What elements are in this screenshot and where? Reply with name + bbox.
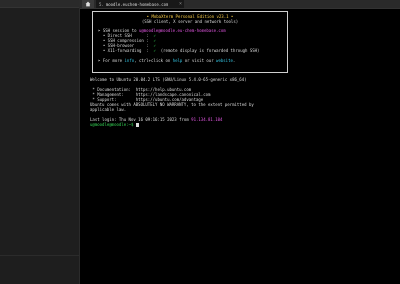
website-link[interactable]: website [216,58,233,63]
feature-sep: : [146,48,149,53]
check-icon: ✓ [153,48,156,53]
tab-title: moodle.euchem-homebase.com [105,1,169,7]
help-link[interactable]: help [173,58,183,63]
home-icon [85,1,91,7]
feature-note: (remote display is forwarded through SSH… [160,48,260,53]
banner-body: ➤ SSH session to u@moodle@moodle.eu-chem… [93,28,287,63]
info-link[interactable]: info [125,58,135,63]
text-cursor [135,123,139,127]
mobaxterm-banner: • MobaXterm Personal Edition v23.1 • (SS… [92,11,288,73]
banner-subtitle: (SSH client, X server and network tools) [141,19,239,24]
prompt-line[interactable]: u@moodle@moodle:~$ [90,122,395,127]
bullet: • [102,48,106,53]
terminal-pane[interactable]: • MobaXterm Personal Edition v23.1 • (SS… [80,9,400,284]
last-login-ip: 91.134.81.104 [191,117,223,122]
sessions-sidebar [0,0,80,284]
feature-line-x11: • X11-forwarding : ✓ (remote display is … [98,48,287,53]
more-prefix: ➤ For more [98,58,125,63]
shell-prompt: u@moodle@moodle:~$ [90,122,136,127]
more-info-line: ➤ For more info, ctrl+click on help or v… [98,58,287,63]
home-tab[interactable] [82,0,94,8]
sidebar-header [0,0,79,8]
tab-bar: 5. moodle.euchem-homebase.com × [80,0,400,9]
close-tab-icon[interactable]: × [179,1,182,7]
tab-session-moodle[interactable]: 5. moodle.euchem-homebase.com × [96,0,184,8]
more-mid: , ctrl+click on [134,58,173,63]
more-end: . [232,58,236,63]
sidebar-footer [0,255,79,284]
terminal-output: Welcome to Ubuntu 20.04.2 LTS (GNU/Linux… [90,77,395,127]
more-mid2: or visit our [182,58,217,63]
tab-number: 5. [99,1,104,7]
feature-label: X11-forwarding [107,48,142,53]
